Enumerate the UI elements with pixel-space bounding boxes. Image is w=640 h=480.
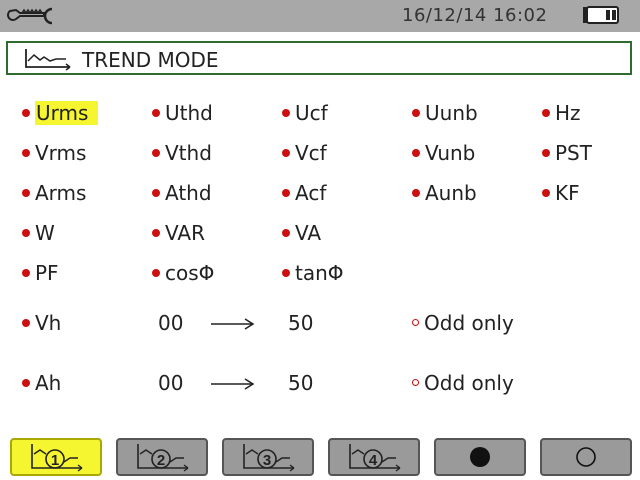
config-1-button[interactable]: 1 — [10, 438, 102, 476]
enabled-dot-icon — [22, 378, 30, 387]
enabled-dot-icon — [152, 188, 160, 197]
config-2-button[interactable]: 2 — [116, 438, 208, 476]
param-athd[interactable]: Athd — [152, 180, 212, 206]
param-aunb[interactable]: Aunb — [412, 180, 477, 206]
enabled-dot-icon — [22, 148, 30, 157]
enabled-dot-icon — [22, 228, 30, 237]
param-vrms[interactable]: Vrms — [22, 140, 86, 166]
enabled-dot-icon — [282, 228, 290, 237]
trend-config-icon: 2 — [137, 444, 189, 472]
param-kf[interactable]: KF — [542, 180, 580, 206]
enabled-dot-icon — [152, 228, 160, 237]
battery-icon — [583, 6, 619, 24]
enabled-dot-icon — [22, 318, 30, 327]
param-var[interactable]: VAR — [152, 220, 205, 246]
enabled-dot-icon — [542, 148, 550, 157]
select-all-button[interactable] — [434, 438, 526, 476]
enabled-dot-icon — [22, 268, 30, 277]
ah-from-rank[interactable]: 00 — [158, 370, 183, 396]
svg-text:3: 3 — [263, 452, 271, 469]
enabled-dot-icon — [22, 188, 30, 197]
param-arms[interactable]: Arms — [22, 180, 86, 206]
vh-to-rank[interactable]: 50 — [288, 310, 313, 336]
param-urms[interactable]: Urms — [22, 100, 99, 126]
param-pf[interactable]: PF — [22, 260, 59, 286]
wrench-icon — [7, 7, 53, 25]
enabled-dot-icon — [152, 108, 160, 117]
param-uthd[interactable]: Uthd — [152, 100, 213, 126]
page-title: TREND MODE — [82, 48, 219, 72]
enabled-dot-icon — [282, 268, 290, 277]
param-vthd[interactable]: Vthd — [152, 140, 212, 166]
unchecked-circle-icon — [412, 319, 419, 326]
date-time: 16/12/14 16:02 — [402, 5, 548, 26]
enabled-dot-icon — [152, 268, 160, 277]
vh-odd-only-option[interactable]: Odd only — [412, 310, 514, 336]
arrow-right-icon — [211, 318, 255, 330]
enabled-dot-icon — [22, 108, 30, 117]
trend-chart-icon — [25, 49, 71, 71]
param-vh[interactable]: Vh — [22, 310, 61, 336]
deselect-all-button[interactable] — [540, 438, 632, 476]
enabled-dot-icon — [542, 188, 550, 197]
svg-text:2: 2 — [157, 452, 165, 469]
vh-from-rank[interactable]: 00 — [158, 310, 183, 336]
param-acf[interactable]: Acf — [282, 180, 326, 206]
arrow-right-icon — [211, 378, 255, 390]
filled-circle-icon — [470, 447, 490, 467]
unchecked-circle-icon — [412, 379, 419, 386]
svg-text:4: 4 — [369, 452, 378, 469]
enabled-dot-icon — [412, 148, 420, 157]
param-vcf[interactable]: Vcf — [282, 140, 327, 166]
param-vunb[interactable]: Vunb — [412, 140, 475, 166]
ah-to-rank[interactable]: 50 — [288, 370, 313, 396]
mode-title-bar: TREND MODE — [6, 41, 632, 75]
empty-circle-icon — [576, 447, 596, 467]
enabled-dot-icon — [152, 148, 160, 157]
param-tanphi[interactable]: tanΦ — [282, 260, 344, 286]
trend-config-icon: 4 — [349, 444, 401, 472]
config-3-button[interactable]: 3 — [222, 438, 314, 476]
trend-config-icon: 3 — [243, 444, 295, 472]
param-hz[interactable]: Hz — [542, 100, 581, 126]
trend-config-icon: 1 — [31, 444, 83, 472]
enabled-dot-icon — [282, 148, 290, 157]
param-w[interactable]: W — [22, 220, 55, 246]
param-cosphi[interactable]: cosΦ — [152, 260, 214, 286]
enabled-dot-icon — [542, 108, 550, 117]
ah-odd-only-option[interactable]: Odd only — [412, 370, 514, 396]
param-ucf[interactable]: Ucf — [282, 100, 328, 126]
param-ah[interactable]: Ah — [22, 370, 61, 396]
enabled-dot-icon — [412, 108, 420, 117]
enabled-dot-icon — [282, 188, 290, 197]
param-pst[interactable]: PST — [542, 140, 592, 166]
enabled-dot-icon — [282, 108, 290, 117]
enabled-dot-icon — [412, 188, 420, 197]
param-uunb[interactable]: Uunb — [412, 100, 478, 126]
status-bar: 16/12/14 16:02 — [0, 0, 640, 32]
config-4-button[interactable]: 4 — [328, 438, 420, 476]
svg-text:1: 1 — [51, 452, 59, 469]
param-va[interactable]: VA — [282, 220, 321, 246]
